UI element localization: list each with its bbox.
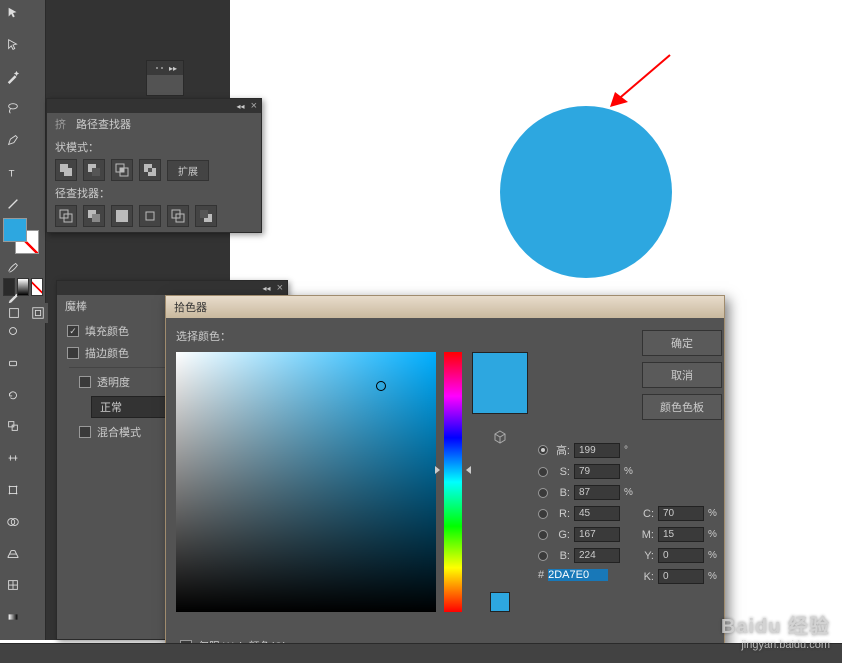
fill-stroke-swatches bbox=[3, 218, 41, 256]
checkbox-icon[interactable] bbox=[79, 376, 91, 388]
lasso-tool[interactable] bbox=[3, 98, 23, 118]
bri-input[interactable]: 87 bbox=[574, 485, 620, 500]
close-icon[interactable]: × bbox=[277, 282, 283, 294]
fill-swatch[interactable] bbox=[3, 218, 27, 242]
crop-icon[interactable] bbox=[139, 205, 161, 227]
expand-icon[interactable]: ▸▸ bbox=[169, 64, 177, 73]
collapsed-panel-strip[interactable]: ▸▸ bbox=[146, 60, 184, 96]
shape-mode-label: 状模式： bbox=[55, 139, 253, 155]
paintbrush-tool[interactable] bbox=[3, 257, 23, 277]
mesh-tool[interactable] bbox=[3, 575, 23, 595]
radio-g[interactable] bbox=[538, 530, 548, 540]
sv-cursor-icon bbox=[376, 381, 386, 391]
svg-text:T: T bbox=[9, 168, 15, 179]
y-input[interactable]: 0 bbox=[658, 548, 704, 563]
g-input[interactable]: 167 bbox=[574, 527, 620, 542]
ok-button[interactable]: 确定 bbox=[642, 330, 722, 356]
radio-b[interactable] bbox=[538, 551, 548, 561]
radio-hue[interactable] bbox=[538, 445, 548, 455]
radio-r[interactable] bbox=[538, 509, 548, 519]
magic-wand-tool[interactable] bbox=[3, 67, 23, 87]
direct-selection-tool[interactable] bbox=[3, 35, 23, 55]
checkbox-checked-icon[interactable]: ✓ bbox=[67, 325, 79, 337]
m-input[interactable]: 15 bbox=[658, 527, 704, 542]
collapse-icon[interactable]: ◂◂ bbox=[237, 102, 245, 111]
bri-field: B: 87 % bbox=[538, 485, 722, 500]
color-mode-none[interactable] bbox=[31, 278, 43, 296]
color-mode-gradient[interactable] bbox=[17, 278, 29, 296]
watermark: Baidu 经验 jingyan.baidu.com bbox=[721, 610, 830, 651]
tab-pathfinder[interactable]: 路径查找器 bbox=[76, 116, 131, 132]
intersect-icon[interactable] bbox=[111, 159, 133, 181]
color-mode-row bbox=[3, 278, 43, 296]
color-mode-solid[interactable] bbox=[3, 278, 15, 296]
radio-bri[interactable] bbox=[538, 488, 548, 498]
unite-icon[interactable] bbox=[55, 159, 77, 181]
saturation-value-box[interactable] bbox=[176, 352, 436, 612]
pathfinder-label: 径查找器： bbox=[55, 185, 253, 201]
selection-tool[interactable] bbox=[3, 3, 23, 23]
transparency-label: 透明度 bbox=[97, 374, 130, 390]
tab-align[interactable]: 挤 bbox=[55, 116, 66, 132]
color-picker-dialog: 拾色器 选择颜色： 确定 取消 颜色色板 高: 199 ° bbox=[165, 295, 725, 663]
blend-value: 正常 bbox=[100, 399, 122, 415]
rotate-tool[interactable] bbox=[3, 385, 23, 405]
hue-slider-thumb bbox=[439, 466, 467, 472]
cube-icon[interactable] bbox=[493, 430, 507, 444]
collapse-icon[interactable]: ◂◂ bbox=[263, 284, 271, 293]
fill-color-label: 填充颜色 bbox=[85, 323, 129, 339]
sat-input[interactable]: 79 bbox=[574, 464, 620, 479]
hue-field: 高: 199 ° bbox=[538, 442, 722, 458]
b-input[interactable]: 224 bbox=[574, 548, 620, 563]
perspective-grid-tool[interactable] bbox=[3, 544, 23, 564]
shape-builder-tool[interactable] bbox=[3, 512, 23, 532]
c-input[interactable]: 70 bbox=[658, 506, 704, 521]
divide-icon[interactable] bbox=[55, 205, 77, 227]
radio-sat[interactable] bbox=[538, 467, 548, 477]
dialog-titlebar[interactable]: 拾色器 bbox=[166, 296, 724, 318]
panel-tabs: 挤 路径查找器 bbox=[47, 113, 261, 135]
panel-header[interactable]: ◂◂ × bbox=[47, 99, 261, 113]
close-icon[interactable]: × bbox=[251, 100, 257, 112]
merge-icon[interactable] bbox=[111, 205, 133, 227]
minus-back-icon[interactable] bbox=[195, 205, 217, 227]
width-tool[interactable] bbox=[3, 448, 23, 468]
scale-tool[interactable] bbox=[3, 416, 23, 436]
blue-circle-shape[interactable] bbox=[500, 106, 672, 278]
pen-tool[interactable] bbox=[3, 130, 23, 150]
status-bar bbox=[0, 643, 842, 663]
previous-color-swatch[interactable] bbox=[490, 592, 510, 612]
select-color-label: 选择颜色： bbox=[176, 328, 530, 344]
eraser-tool[interactable] bbox=[3, 353, 23, 373]
type-tool[interactable]: T bbox=[3, 162, 23, 182]
hue-slider[interactable] bbox=[444, 352, 462, 612]
k-input[interactable]: 0 bbox=[658, 569, 704, 584]
hue-input[interactable]: 199 bbox=[574, 443, 620, 458]
panel-header[interactable]: ◂◂ × bbox=[57, 281, 287, 295]
trim-icon[interactable] bbox=[83, 205, 105, 227]
stroke-color-label: 描边颜色 bbox=[85, 345, 129, 361]
expand-button[interactable]: 扩展 bbox=[167, 160, 209, 181]
full-screen-mode[interactable] bbox=[28, 303, 48, 323]
pathfinder-panel: ◂◂ × 挤 路径查找器 状模式： 扩展 径查找器： bbox=[46, 98, 262, 233]
normal-screen-mode[interactable] bbox=[4, 303, 24, 323]
checkbox-icon[interactable] bbox=[79, 426, 91, 438]
hex-input[interactable]: 2DA7E0 bbox=[548, 569, 608, 581]
free-transform-tool[interactable] bbox=[3, 480, 23, 500]
sat-field: S: 79 % bbox=[538, 464, 722, 479]
blend-mode-label: 混合模式 bbox=[97, 424, 141, 440]
checkbox-icon[interactable] bbox=[67, 347, 79, 359]
tab-magic-wand[interactable]: 魔棒 bbox=[65, 298, 87, 314]
gradient-tool[interactable] bbox=[3, 607, 23, 627]
line-tool[interactable] bbox=[3, 194, 23, 214]
cancel-button[interactable]: 取消 bbox=[642, 362, 722, 388]
color-preview bbox=[472, 352, 528, 414]
r-input[interactable]: 45 bbox=[574, 506, 620, 521]
screen-mode-row bbox=[3, 302, 49, 324]
minus-front-icon[interactable] bbox=[83, 159, 105, 181]
swatches-button[interactable]: 颜色色板 bbox=[642, 394, 722, 420]
exclude-icon[interactable] bbox=[139, 159, 161, 181]
outline-icon[interactable] bbox=[167, 205, 189, 227]
